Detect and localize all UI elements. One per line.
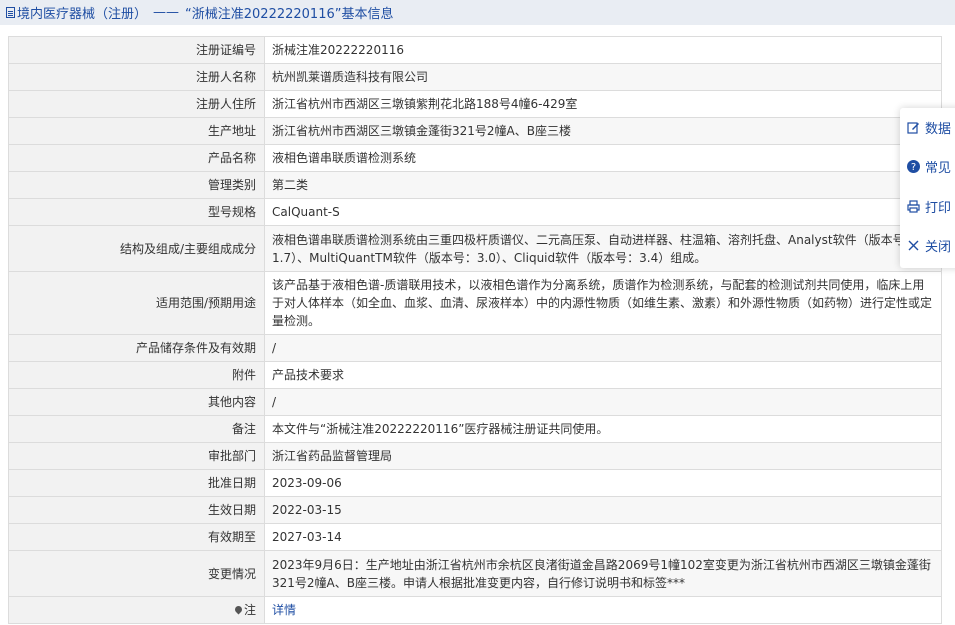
row-label: 产品名称 [8,144,265,172]
row-value: 浙江省杭州市西湖区三墩镇金蓬街321号2幢A、B座三楼 [264,117,942,145]
print-label: 打印 [925,200,952,216]
question-icon: ? [906,159,920,173]
data-error-label: 数据 [925,121,952,137]
pin-icon [233,604,244,615]
row-label: 产品储存条件及有效期 [8,334,265,362]
row-value: 浙江省杭州市西湖区三墩镇紫荆花北路188号4幢6-429室 [264,90,942,118]
note-value-cell: 详情 [264,596,942,624]
header-separator: —— [153,5,180,20]
edit-icon [906,120,920,134]
row-value: 产品技术要求 [264,361,942,389]
page-header: 境内医疗器械（注册） —— “浙械注准20222220116”基本信息 [0,0,955,25]
table-row: 注册人住所 浙江省杭州市西湖区三墩镇紫荆花北路188号4幢6-429室 [8,90,942,118]
row-value: CalQuant-S [264,198,942,226]
table-row: 产品储存条件及有效期 / [8,334,942,362]
svg-text:?: ? [910,162,915,173]
printer-icon [906,199,920,213]
row-label: 注册证编号 [8,36,265,64]
table-row: 注册证编号 浙械注准20222220116 [8,36,942,64]
note-label: 注 [243,603,256,617]
row-label: 生产地址 [8,117,265,145]
document-icon [6,7,15,18]
row-label: 生效日期 [8,496,265,524]
table-row: 审批部门 浙江省药品监督管理局 [8,442,942,470]
row-value: 杭州凯莱谱质造科技有限公司 [264,63,942,91]
row-label: 其他内容 [8,388,265,416]
row-value: 本文件与“浙械注准20222220116”医疗器械注册证共同使用。 [264,415,942,443]
floating-menu: 数据 ? 常见 打印 关闭 [900,108,955,268]
row-label: 型号规格 [8,198,265,226]
row-value: 液相色谱串联质谱检测系统由三重四极杆质谱仪、二元高压泵、自动进样器、柱温箱、溶剂… [264,225,942,272]
data-error-button[interactable]: 数据 [906,117,951,137]
row-label: 批准日期 [8,469,265,497]
close-label: 关闭 [925,239,952,255]
row-value: / [264,388,942,416]
row-label: 注册人住所 [8,90,265,118]
header-category: 境内医疗器械（注册） [17,7,148,22]
table-row: 型号规格 CalQuant-S [8,198,942,226]
row-value: 2022-03-15 [264,496,942,524]
row-label: 审批部门 [8,442,265,470]
faq-button[interactable]: ? 常见 [906,156,951,176]
row-label: 管理类别 [8,171,265,199]
table-row: 产品名称 液相色谱串联质谱检测系统 [8,144,942,172]
row-value: 第二类 [264,171,942,199]
table-row: 结构及组成/主要组成成分 液相色谱串联质谱检测系统由三重四极杆质谱仪、二元高压泵、… [8,225,942,272]
row-value: 2023年9月6日：生产地址由浙江省杭州市余杭区良渚街道金昌路2069号1幢10… [264,550,942,597]
row-value: 液相色谱串联质谱检测系统 [264,144,942,172]
row-label: 注册人名称 [8,63,265,91]
row-value: / [264,334,942,362]
header-title: “浙械注准20222220116”基本信息 [185,7,394,22]
row-label: 有效期至 [8,523,265,551]
note-label-cell: 注 [8,596,265,624]
row-label: 适用范围/预期用途 [8,271,265,335]
row-value: 2023-09-06 [264,469,942,497]
table-row: 其他内容 / [8,388,942,416]
close-button[interactable]: 关闭 [906,235,951,255]
row-value: 浙械注准20222220116 [264,36,942,64]
table-row: 变更情况 2023年9月6日：生产地址由浙江省杭州市余杭区良渚街道金昌路2069号… [8,550,942,597]
row-label: 备注 [8,415,265,443]
table-row: 生产地址 浙江省杭州市西湖区三墩镇金蓬街321号2幢A、B座三楼 [8,117,942,145]
row-value: 2027-03-14 [264,523,942,551]
table-row: 生效日期 2022-03-15 [8,496,942,524]
table-row: 备注 本文件与“浙械注准20222220116”医疗器械注册证共同使用。 [8,415,942,443]
close-icon [906,238,920,252]
row-value: 浙江省药品监督管理局 [264,442,942,470]
table-row: 注 详情 [8,596,942,624]
faq-label: 常见 [925,160,952,176]
print-button[interactable]: 打印 [906,196,951,216]
table-row: 管理类别 第二类 [8,171,942,199]
table-row: 批准日期 2023-09-06 [8,469,942,497]
details-link[interactable]: 详情 [272,603,296,617]
table-row: 注册人名称 杭州凯莱谱质造科技有限公司 [8,63,942,91]
row-label: 附件 [8,361,265,389]
row-label: 变更情况 [8,550,265,597]
table-row: 附件 产品技术要求 [8,361,942,389]
table-row: 适用范围/预期用途 该产品基于液相色谱-质谱联用技术，以液相色谱作为分离系统，质谱… [8,271,942,335]
table-row: 有效期至 2027-03-14 [8,523,942,551]
row-label: 结构及组成/主要组成成分 [8,225,265,272]
info-table: 注册证编号 浙械注准20222220116 注册人名称 杭州凯莱谱质造科技有限公司 … [8,36,942,624]
row-value: 该产品基于液相色谱-质谱联用技术，以液相色谱作为分离系统，质谱作为检测系统，与配… [264,271,942,335]
